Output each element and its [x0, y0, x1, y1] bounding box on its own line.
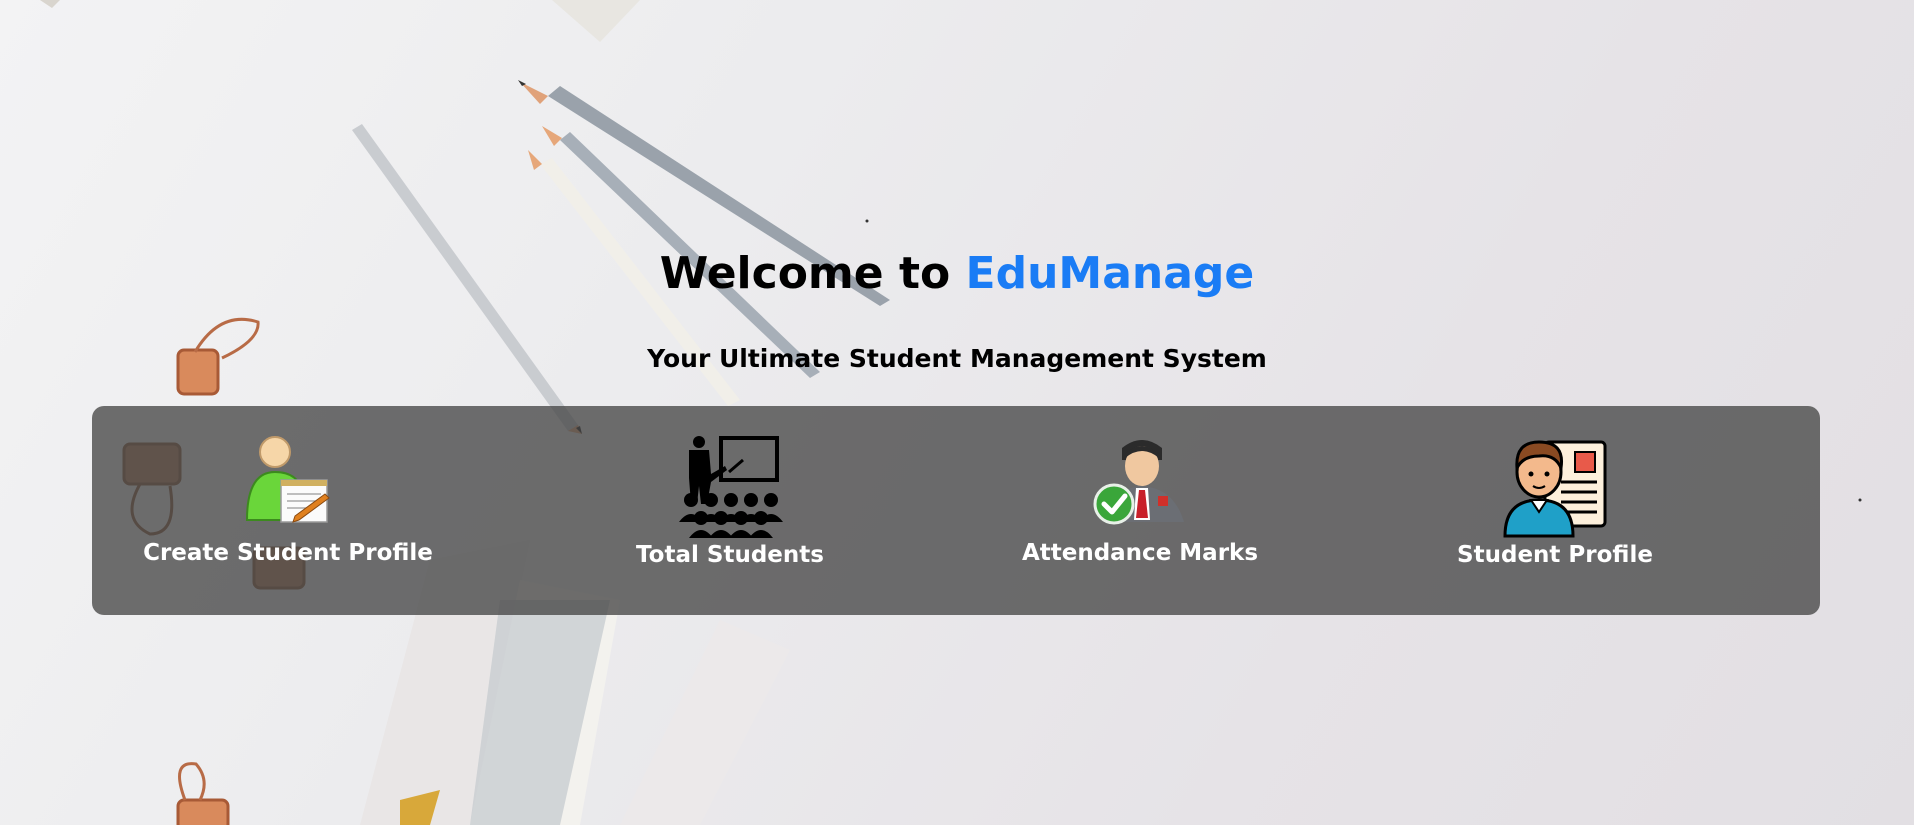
total-students-card[interactable]: Total Students: [580, 434, 880, 568]
card-label: Create Student Profile: [143, 540, 433, 566]
student-profile-card[interactable]: Student Profile: [1405, 434, 1705, 568]
tagline: Your Ultimate Student Management System: [647, 344, 1267, 373]
binder-clip: [176, 762, 230, 825]
card-label: Attendance Marks: [1021, 540, 1259, 566]
create-profile-icon: [245, 436, 330, 523]
create-student-profile-card[interactable]: Create Student Profile: [138, 434, 438, 566]
welcome-prefix: Welcome to: [659, 248, 966, 299]
attendance-icon: [1093, 440, 1184, 525]
card-label: Student Profile: [1457, 542, 1653, 568]
attendance-marks-card[interactable]: Attendance Marks: [990, 434, 1290, 566]
student-profile-icon: [1503, 440, 1607, 538]
card-label: Total Students: [636, 542, 824, 568]
feature-panel: Create Student Profile Total Students At…: [92, 406, 1820, 615]
page-title: Welcome to EduManage: [0, 248, 1914, 299]
classroom-icon: [679, 436, 783, 538]
paper-corner: [552, 0, 640, 42]
brand-name: EduManage: [965, 248, 1255, 299]
